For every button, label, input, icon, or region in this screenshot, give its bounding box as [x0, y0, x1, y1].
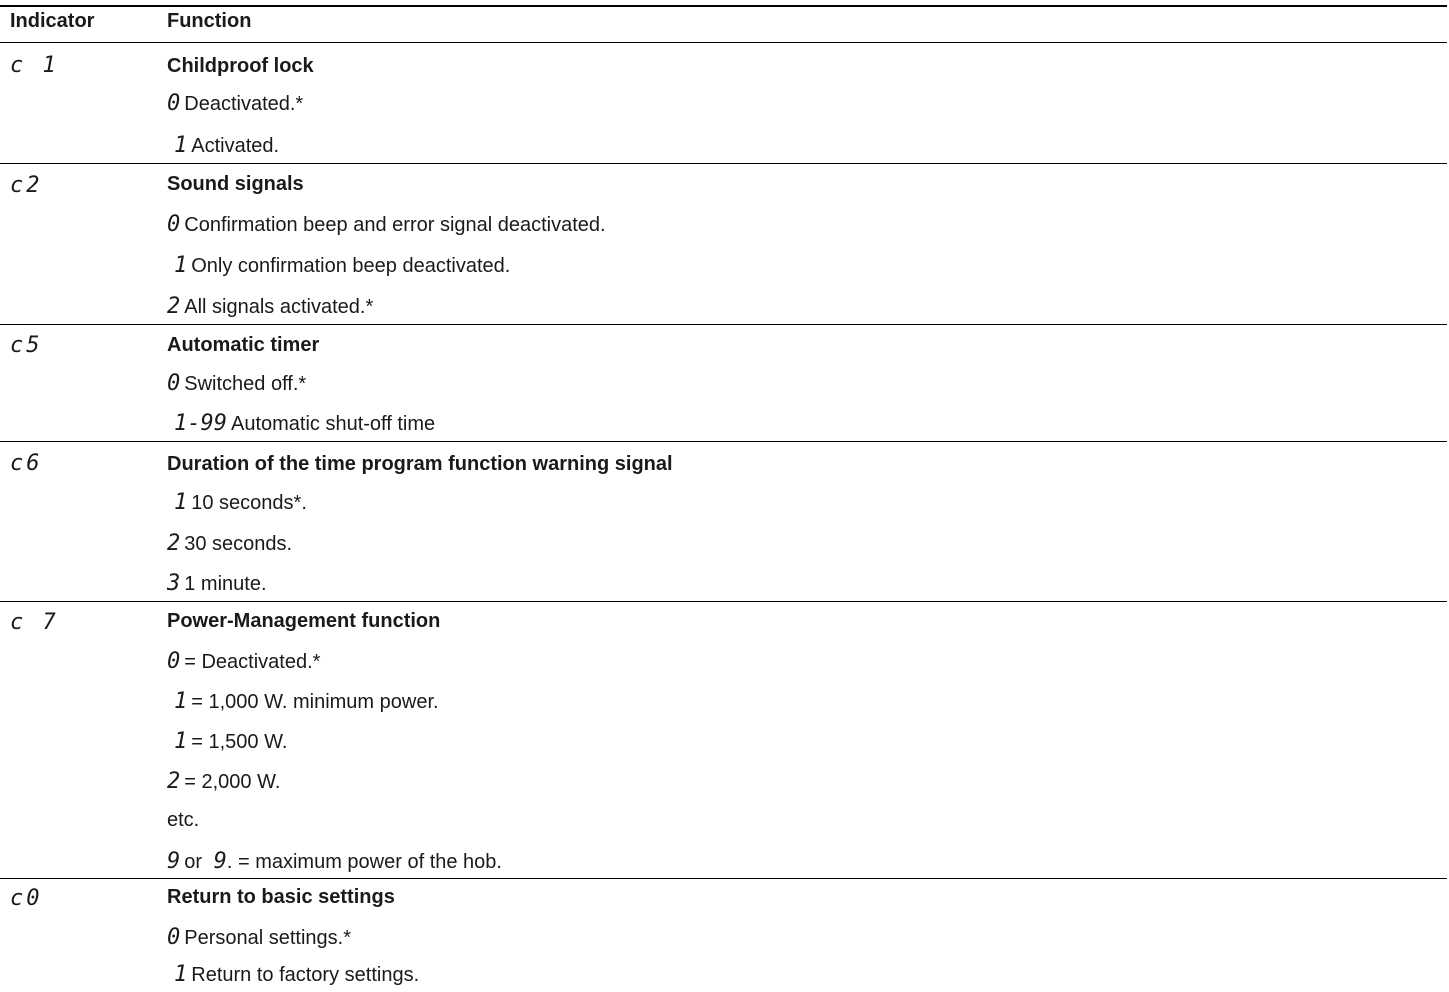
function-title: Duration of the time program function wa…: [167, 453, 673, 475]
setting-value: 0: [167, 91, 181, 116]
option-text: Only confirmation beep deactivated.: [191, 255, 511, 277]
indicator-code: c 1: [10, 53, 59, 78]
function-title: Automatic timer: [167, 334, 320, 356]
setting-value: 0: [167, 649, 181, 674]
option-text: Deactivated.*: [184, 93, 304, 115]
option-text: Return to factory settings.: [191, 964, 420, 986]
option-line: 0 Confirmation beep and error signal deac…: [167, 212, 606, 237]
option-line: 2 All signals activated.*: [167, 294, 373, 319]
option-line: 0 = Deactivated.*: [167, 649, 320, 674]
setting-value: 1: [174, 253, 188, 278]
indicator-code: c6: [10, 451, 43, 476]
setting-value: 0: [167, 212, 181, 237]
indicator-code: c2: [10, 173, 43, 198]
function-title: Return to basic settings: [167, 886, 395, 908]
setting-value: 9: [167, 849, 181, 874]
setting-value: 2: [167, 294, 181, 319]
option-text: . = maximum power of the hob.: [226, 851, 502, 873]
option-line: 2 = 2,000 W.: [167, 769, 280, 794]
option-text: or: [184, 851, 203, 873]
function-title: Sound signals: [167, 173, 304, 195]
setting-value: 0: [167, 925, 181, 950]
option-text: = 1,500 W.: [191, 731, 288, 753]
option-line: 1 Return to factory settings.: [167, 962, 419, 987]
option-text: = 1,000 W. minimum power.: [191, 691, 439, 713]
option-line: 1 Activated.: [167, 133, 279, 158]
row-divider: [0, 324, 1447, 325]
option-line: 0 Deactivated.*: [167, 91, 303, 116]
option-text: Personal settings.*: [184, 927, 352, 949]
option-line: etc.: [167, 809, 199, 832]
indicator-code: c5: [10, 333, 43, 358]
row-divider: [0, 878, 1447, 879]
setting-value: 1-99: [174, 411, 227, 436]
option-text: = 2,000 W.: [184, 771, 281, 793]
function-title: Power-Management function: [167, 610, 441, 632]
option-line: 1 Only confirmation beep deactivated.: [167, 253, 510, 278]
table-top-rule: [0, 5, 1447, 7]
option-text: Activated.: [191, 135, 280, 157]
setting-value: 2: [167, 769, 181, 794]
option-line: 9 or 9. = maximum power of the hob.: [167, 849, 502, 874]
option-text: Automatic shut-off time: [230, 413, 436, 435]
option-text: 10 seconds*.: [191, 492, 307, 514]
option-line: 31 minute.: [167, 571, 267, 596]
option-line: 1-99 Automatic shut-off time: [167, 411, 435, 436]
setting-value: 1: [174, 689, 188, 714]
setting-value: 1: [174, 133, 188, 158]
indicator-code: c 7: [10, 610, 59, 635]
setting-value: 2: [167, 531, 181, 556]
option-text: 30 seconds.: [184, 533, 293, 555]
setting-value: 1: [174, 962, 188, 987]
row-divider: [0, 601, 1447, 602]
header-indicator: Indicator: [10, 10, 95, 32]
option-text: Switched off.*: [184, 373, 307, 395]
option-text: All signals activated.*: [184, 296, 374, 318]
indicator-code: c0: [10, 886, 43, 911]
setting-value: 1: [174, 490, 188, 515]
header-bottom-rule: [0, 42, 1447, 43]
header-function: Function: [167, 10, 252, 32]
option-text: etc.: [167, 809, 200, 831]
option-line: 0 Switched off.*: [167, 371, 306, 396]
setting-value: 0: [167, 371, 181, 396]
setting-value: 1: [174, 729, 188, 754]
option-text: Confirmation beep and error signal deact…: [184, 214, 606, 236]
option-line: 0 Personal settings.*: [167, 925, 351, 950]
option-line: 2 30 seconds.: [167, 531, 292, 556]
row-divider: [0, 441, 1447, 442]
option-line: 1 = 1,500 W.: [167, 729, 287, 754]
option-text: 1 minute.: [184, 573, 267, 595]
option-line: 1 10 seconds*.: [167, 490, 307, 515]
option-line: 1 = 1,000 W. minimum power.: [167, 689, 439, 714]
function-title: Childproof lock: [167, 55, 314, 77]
option-text: = Deactivated.*: [184, 651, 321, 673]
setting-value: 9: [213, 849, 227, 874]
setting-value: 3: [167, 571, 181, 596]
row-divider: [0, 163, 1447, 164]
